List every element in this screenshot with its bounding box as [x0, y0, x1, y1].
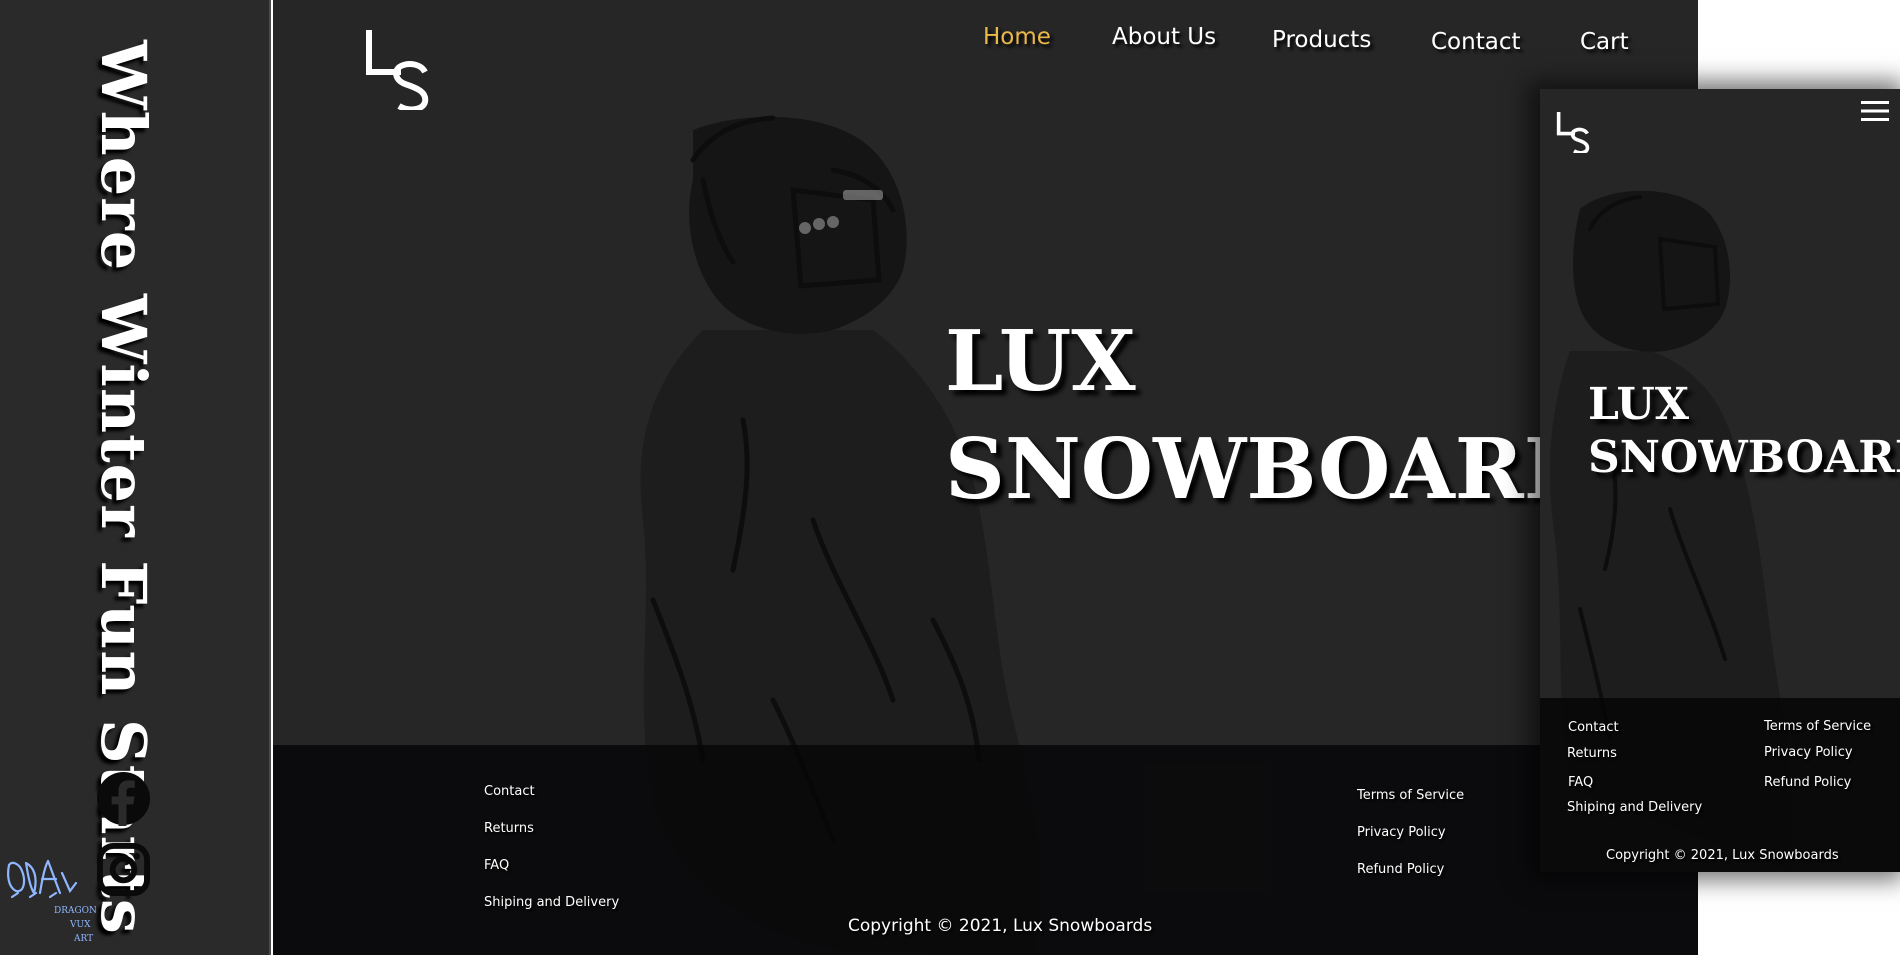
instagram-icon[interactable]: [96, 842, 151, 897]
mobile-footer-refund-link[interactable]: Refund Policy: [1764, 775, 1851, 790]
footer-contact-link[interactable]: Contact: [484, 784, 535, 799]
main-nav: Home About Us Products Contact Cart: [273, 24, 1698, 64]
nav-home-link[interactable]: Home: [983, 24, 1051, 50]
artist-signature-logo: DRAGON VUX ART: [7, 859, 96, 944]
hero-title-mobile-line1: LUX: [1588, 379, 1690, 430]
sidebar: Where Winter Fun Starts DRAGON VUX ART: [0, 0, 271, 955]
facebook-icon[interactable]: [96, 771, 151, 826]
mobile-footer-faq-link[interactable]: FAQ: [1568, 775, 1593, 790]
footer-copyright: Copyright © 2021, Lux Snowboards: [848, 916, 1153, 936]
mobile-footer-privacy-link[interactable]: Privacy Policy: [1764, 745, 1853, 760]
mobile-footer-terms-link[interactable]: Terms of Service: [1764, 719, 1871, 734]
mobile-footer: Contact Returns FAQ Shiping and Delivery…: [1540, 698, 1900, 872]
mobile-footer-shipping-link[interactable]: Shiping and Delivery: [1567, 800, 1702, 815]
nav-about-link[interactable]: About Us: [1112, 24, 1216, 50]
footer-faq-link[interactable]: FAQ: [484, 858, 509, 873]
svg-text:ART: ART: [73, 934, 93, 944]
footer-privacy-link[interactable]: Privacy Policy: [1357, 825, 1446, 840]
mobile-footer-returns-link[interactable]: Returns: [1567, 746, 1617, 761]
desktop-footer: Contact Returns FAQ Shiping and Delivery…: [273, 745, 1698, 955]
hero-title-mobile: LUX SNOWBOARDS: [1588, 379, 1900, 485]
nav-products-link[interactable]: Products: [1272, 27, 1371, 53]
footer-terms-link[interactable]: Terms of Service: [1357, 788, 1464, 803]
footer-shipping-link[interactable]: Shiping and Delivery: [484, 895, 619, 910]
nav-cart-link[interactable]: Cart: [1580, 29, 1629, 55]
hero-title-mobile-line2: SNOWBOARDS: [1588, 431, 1900, 483]
footer-returns-link[interactable]: Returns: [484, 821, 534, 836]
desktop-mockup: Home About Us Products Contact Cart LUX …: [273, 0, 1698, 955]
hamburger-icon[interactable]: [1861, 99, 1889, 123]
svg-text:VUX: VUX: [69, 920, 91, 930]
nav-contact-link[interactable]: Contact: [1431, 29, 1520, 55]
ls-logo-mobile[interactable]: [1556, 111, 1592, 153]
mobile-mockup: LUX SNOWBOARDS Contact Returns FAQ Shipi…: [1540, 89, 1900, 872]
svg-text:DRAGON: DRAGON: [54, 906, 96, 916]
mobile-footer-contact-link[interactable]: Contact: [1568, 720, 1619, 735]
mobile-footer-copyright: Copyright © 2021, Lux Snowboards: [1606, 848, 1839, 863]
footer-refund-link[interactable]: Refund Policy: [1357, 862, 1444, 877]
